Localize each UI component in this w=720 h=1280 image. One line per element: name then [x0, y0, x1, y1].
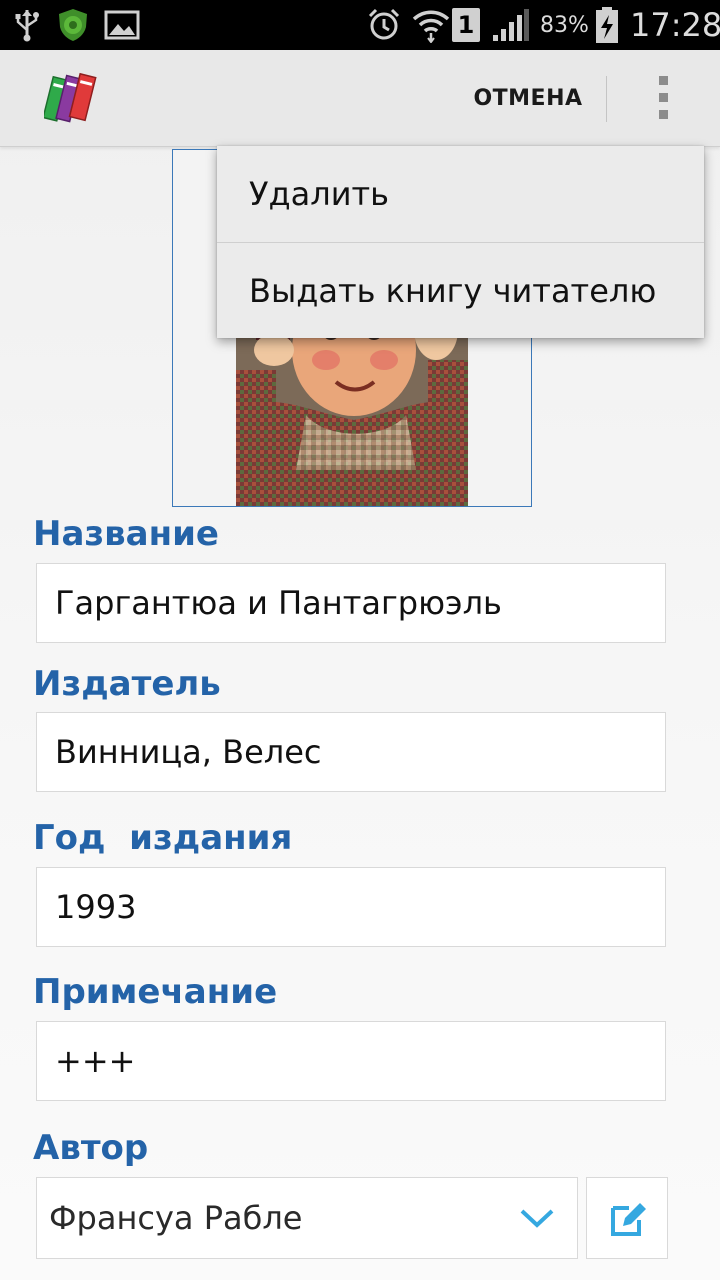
menu-item-lend-book[interactable]: Выдать книгу читателю	[217, 243, 704, 339]
status-bar: 1 83% 17:28	[0, 0, 720, 50]
overflow-menu-icon[interactable]	[640, 68, 688, 128]
sim-slot-number: 1	[457, 11, 475, 39]
image-notification-icon	[104, 0, 140, 50]
edit-icon	[611, 1203, 646, 1236]
edit-author-button[interactable]	[586, 1177, 668, 1259]
title-input[interactable]: Гаргантюа и Пантагрюэль	[36, 563, 666, 643]
usb-icon	[14, 0, 40, 50]
battery-charging-icon	[594, 0, 620, 50]
title-label: Название	[33, 514, 219, 554]
battery-percent: 83%	[540, 12, 589, 38]
action-bar: ОТМЕНА	[0, 50, 720, 147]
author-selected-value: Франсуа Рабле	[49, 1199, 303, 1237]
sim-icon: 1	[452, 0, 480, 50]
author-dropdown[interactable]: Франсуа Рабле	[36, 1177, 578, 1259]
alarm-icon	[366, 0, 402, 50]
books-logo-icon[interactable]	[42, 70, 102, 128]
signal-icon	[492, 0, 530, 50]
clock-time: 17:28	[630, 6, 720, 44]
shield-app-icon	[56, 0, 90, 50]
publisher-label: Издатель	[33, 664, 221, 704]
author-label: Автор	[33, 1128, 149, 1168]
note-input[interactable]: +++	[36, 1021, 666, 1101]
note-label: Примечание	[33, 972, 278, 1012]
action-bar-divider	[606, 76, 607, 122]
chevron-down-icon	[520, 1209, 554, 1228]
publisher-input[interactable]: Винница, Велес	[36, 712, 666, 792]
cancel-button[interactable]: ОТМЕНА	[460, 74, 596, 122]
year-label: Год издания	[33, 818, 293, 858]
year-input[interactable]: 1993	[36, 867, 666, 947]
menu-item-delete[interactable]: Удалить	[217, 146, 704, 242]
overflow-popup-menu: Удалить Выдать книгу читателю	[217, 146, 704, 338]
wifi-icon	[412, 0, 450, 50]
